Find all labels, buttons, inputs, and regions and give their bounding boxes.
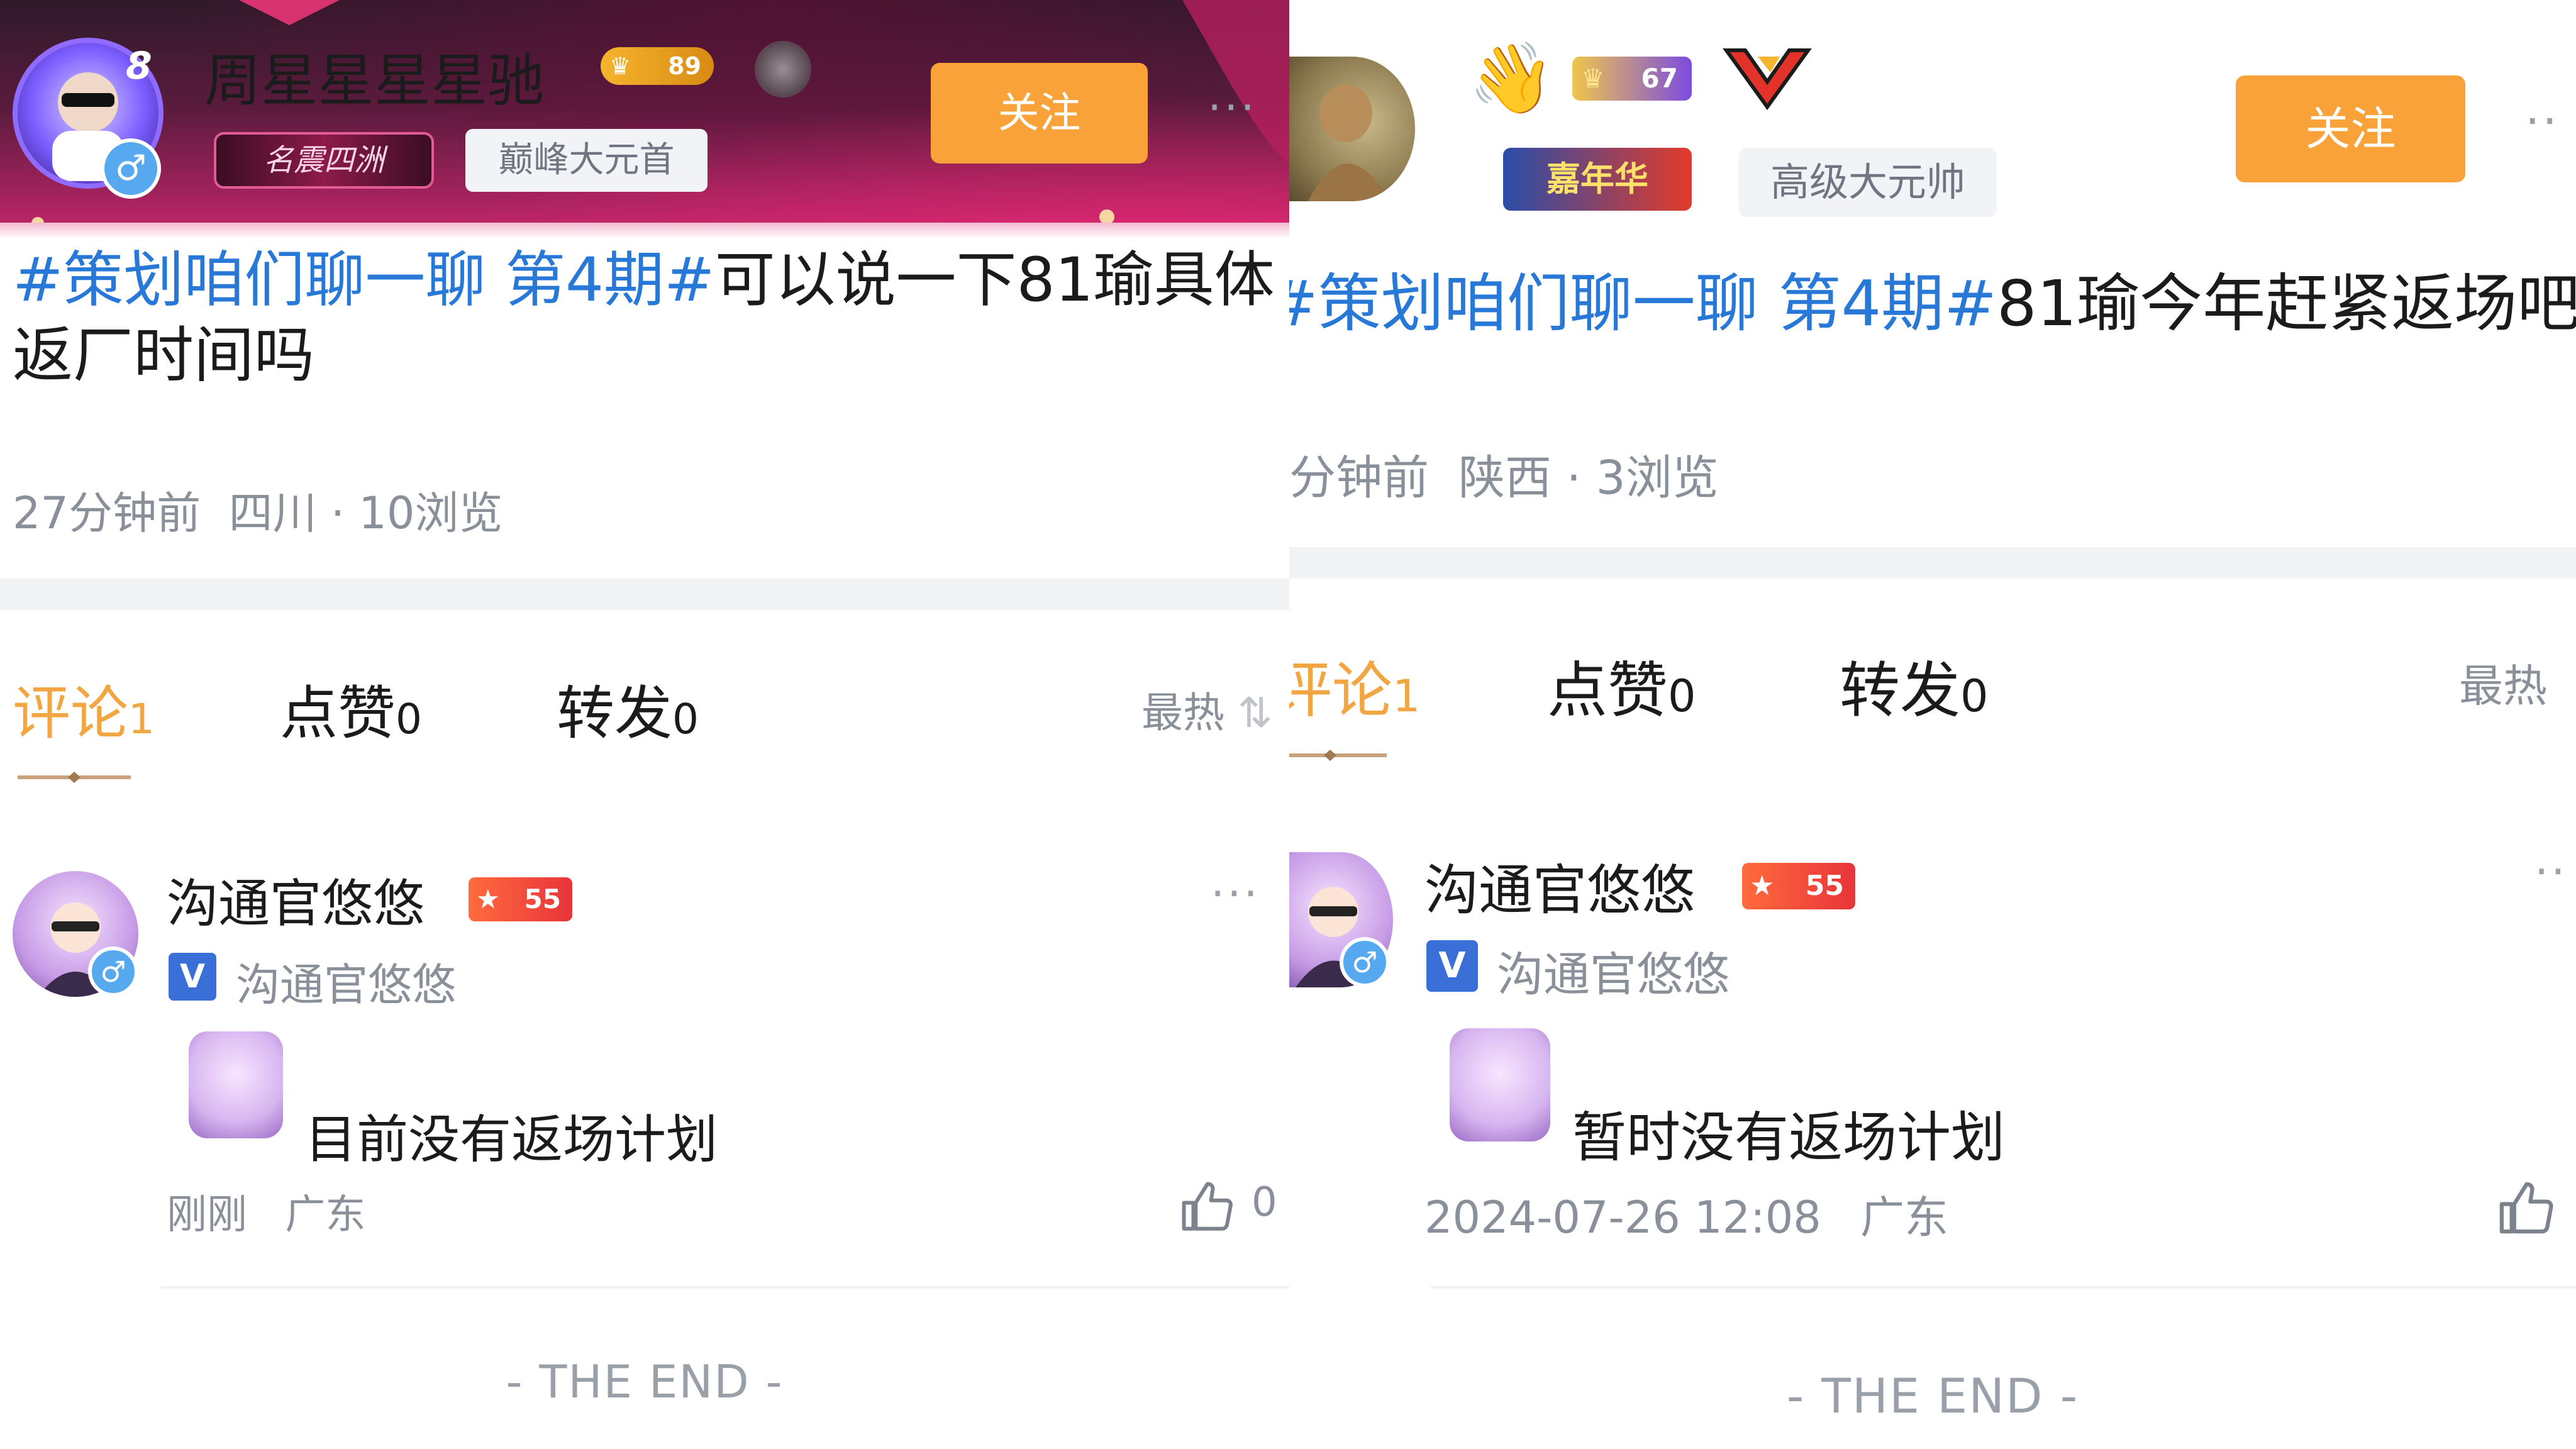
rank-title-tag: 巅峰大元首: [465, 129, 708, 192]
commenter-name[interactable]: 沟通官悠悠: [167, 862, 425, 936]
tab-likes[interactable]: 点赞0: [1547, 641, 1696, 729]
comment-location: 广东: [285, 1192, 366, 1238]
rank-title-tag: 高级大元帅: [1739, 148, 1997, 217]
comment-time: 2024-07-26 12:08: [1424, 1192, 1821, 1243]
vip-level-value: 89: [668, 52, 701, 80]
commenter-level-value: 55: [524, 884, 561, 914]
verified-title: 沟通官悠悠: [236, 959, 456, 1011]
sticker-image: [1450, 1028, 1550, 1141]
vip-level-badge: ♛ 67: [1572, 57, 1692, 101]
sort-hottest-toggle[interactable]: 最热: [2459, 651, 2547, 714]
comment-location: 广东: [1860, 1192, 1949, 1243]
comment-more-icon[interactable]: ··: [2534, 846, 2568, 897]
user-avatar[interactable]: [1289, 57, 1415, 201]
sticker-image: [189, 1031, 283, 1138]
crown-icon: ♛: [609, 52, 631, 80]
comment-divider: [1431, 1286, 2576, 1289]
tab-reposts[interactable]: 转发0: [557, 667, 699, 750]
sort-arrows-icon: ⇅: [1237, 689, 1273, 737]
star-icon: ★: [476, 884, 500, 914]
post-meta: 分钟前 陕西 · 3浏览: [1289, 451, 1719, 505]
tab-comments[interactable]: 评论1: [1289, 641, 1421, 729]
avatar-figure: [1308, 84, 1390, 201]
verified-v-icon: V: [1426, 940, 1478, 992]
section-divider: [0, 579, 1289, 610]
tab-likes-label: 点赞: [280, 680, 396, 747]
active-tab-indicator: [1289, 750, 1387, 761]
tab-reposts[interactable]: 转发0: [1840, 641, 1989, 729]
event-badge: 嘉年华: [1503, 148, 1692, 211]
commenter-level-value: 55: [1805, 870, 1844, 902]
tab-likes-count: 0: [396, 695, 423, 743]
vip-level-value: 67: [1641, 63, 1678, 94]
tab-comments-count: 1: [128, 695, 155, 743]
avatar-frame-number: 8: [126, 44, 152, 88]
waving-hand-icon: 👋: [1468, 38, 1555, 118]
commenter-level-badge: ★ 55: [469, 877, 572, 921]
end-marker: - THE END -: [1786, 1368, 2079, 1424]
section-divider: [1289, 547, 2576, 579]
topic-hashtag-link[interactable]: #策划咱们聊一聊 第4期#: [13, 245, 714, 315]
like-thumb-icon[interactable]: [2497, 1179, 2557, 1239]
comment-text: 目前没有返场计划: [305, 1110, 718, 1170]
tab-likes-count: 0: [1668, 670, 1696, 722]
crown-icon: ♛: [1581, 63, 1605, 94]
more-options-icon[interactable]: ···: [1208, 82, 1257, 133]
comment-like-count: 0: [1252, 1179, 1277, 1226]
commenter-gender-icon: ♂: [1340, 937, 1390, 987]
tab-reposts-count: 0: [672, 695, 699, 743]
rank-emblem-icon: [755, 41, 811, 97]
right-post-panel: 👋 ♛ 67 嘉年华 高级大元帅 关注 ·· #策划咱们聊一聊 第4期#81瑜今…: [1289, 0, 2576, 1449]
post-meta: 27分钟前 四川 · 10浏览: [13, 487, 503, 539]
post-text-line1: 81瑜今年赶紧返场吧: [1997, 267, 2576, 340]
follow-button[interactable]: 关注: [2236, 75, 2465, 182]
comment-meta: 2024-07-26 12:08 广东: [1424, 1182, 1948, 1246]
post-content: #策划咱们聊一聊 第4期#可以说一下81瑜具体 返厂时间吗: [13, 242, 1277, 393]
post-text-line2: 返厂时间吗: [13, 320, 314, 391]
more-options-icon[interactable]: ··: [2525, 94, 2560, 148]
tab-reposts-count: 0: [1960, 670, 1989, 722]
title-badge: 名震四洲: [214, 132, 434, 189]
commenter-gender-icon: ♂: [88, 947, 138, 997]
rank-emblem-icon: [1720, 44, 1814, 113]
username[interactable]: 周星星星星驰: [204, 35, 544, 116]
tab-reposts-label: 转发: [1840, 655, 1960, 726]
sort-hottest-toggle[interactable]: 最热 ⇅: [1141, 679, 1272, 740]
sort-label: 最热: [1141, 689, 1224, 737]
tab-reposts-label: 转发: [557, 680, 673, 747]
comment-more-icon[interactable]: ···: [1211, 868, 1260, 919]
tab-comments-label: 评论: [13, 680, 129, 747]
vip-level-badge: ♛ 89: [601, 47, 714, 85]
tab-likes-label: 点赞: [1547, 655, 1668, 726]
commenter-name[interactable]: 沟通官悠悠: [1424, 846, 1695, 924]
comment-time: 刚刚: [167, 1192, 247, 1238]
star-icon: ★: [1750, 870, 1775, 902]
tab-comments-label: 评论: [1289, 655, 1392, 726]
active-tab-indicator: [18, 772, 131, 783]
post-content: #策划咱们聊一聊 第4期#81瑜今年赶紧返场吧: [1289, 264, 2576, 343]
sort-label: 最热: [2459, 660, 2547, 712]
tab-comments[interactable]: 评论1: [13, 667, 155, 750]
end-marker: - THE END -: [506, 1355, 784, 1408]
verified-v-icon: V: [169, 953, 216, 1001]
comment-text: 暂时没有返场计划: [1572, 1106, 2005, 1169]
tab-comments-count: 1: [1392, 670, 1421, 722]
left-post-panel: 8 ♂ 周星星星星驰 ♛ 89 名震四洲 巅峰大元首 关注 ··· #策划咱们聊…: [0, 0, 1289, 1449]
commenter-level-badge: ★ 55: [1742, 863, 1855, 909]
tab-likes[interactable]: 点赞0: [280, 667, 422, 750]
comment-divider: [160, 1286, 1289, 1289]
gender-male-icon: ♂: [101, 138, 161, 199]
follow-button[interactable]: 关注: [931, 63, 1148, 164]
topic-hashtag-link[interactable]: #策划咱们聊一聊 第4期#: [1289, 267, 1997, 340]
post-text-line1: 可以说一下81瑜具体: [714, 245, 1275, 315]
comment-meta: 刚刚 广东: [167, 1182, 365, 1240]
verified-title: 沟通官悠悠: [1497, 948, 1729, 1002]
like-thumb-icon[interactable]: [1179, 1179, 1236, 1236]
